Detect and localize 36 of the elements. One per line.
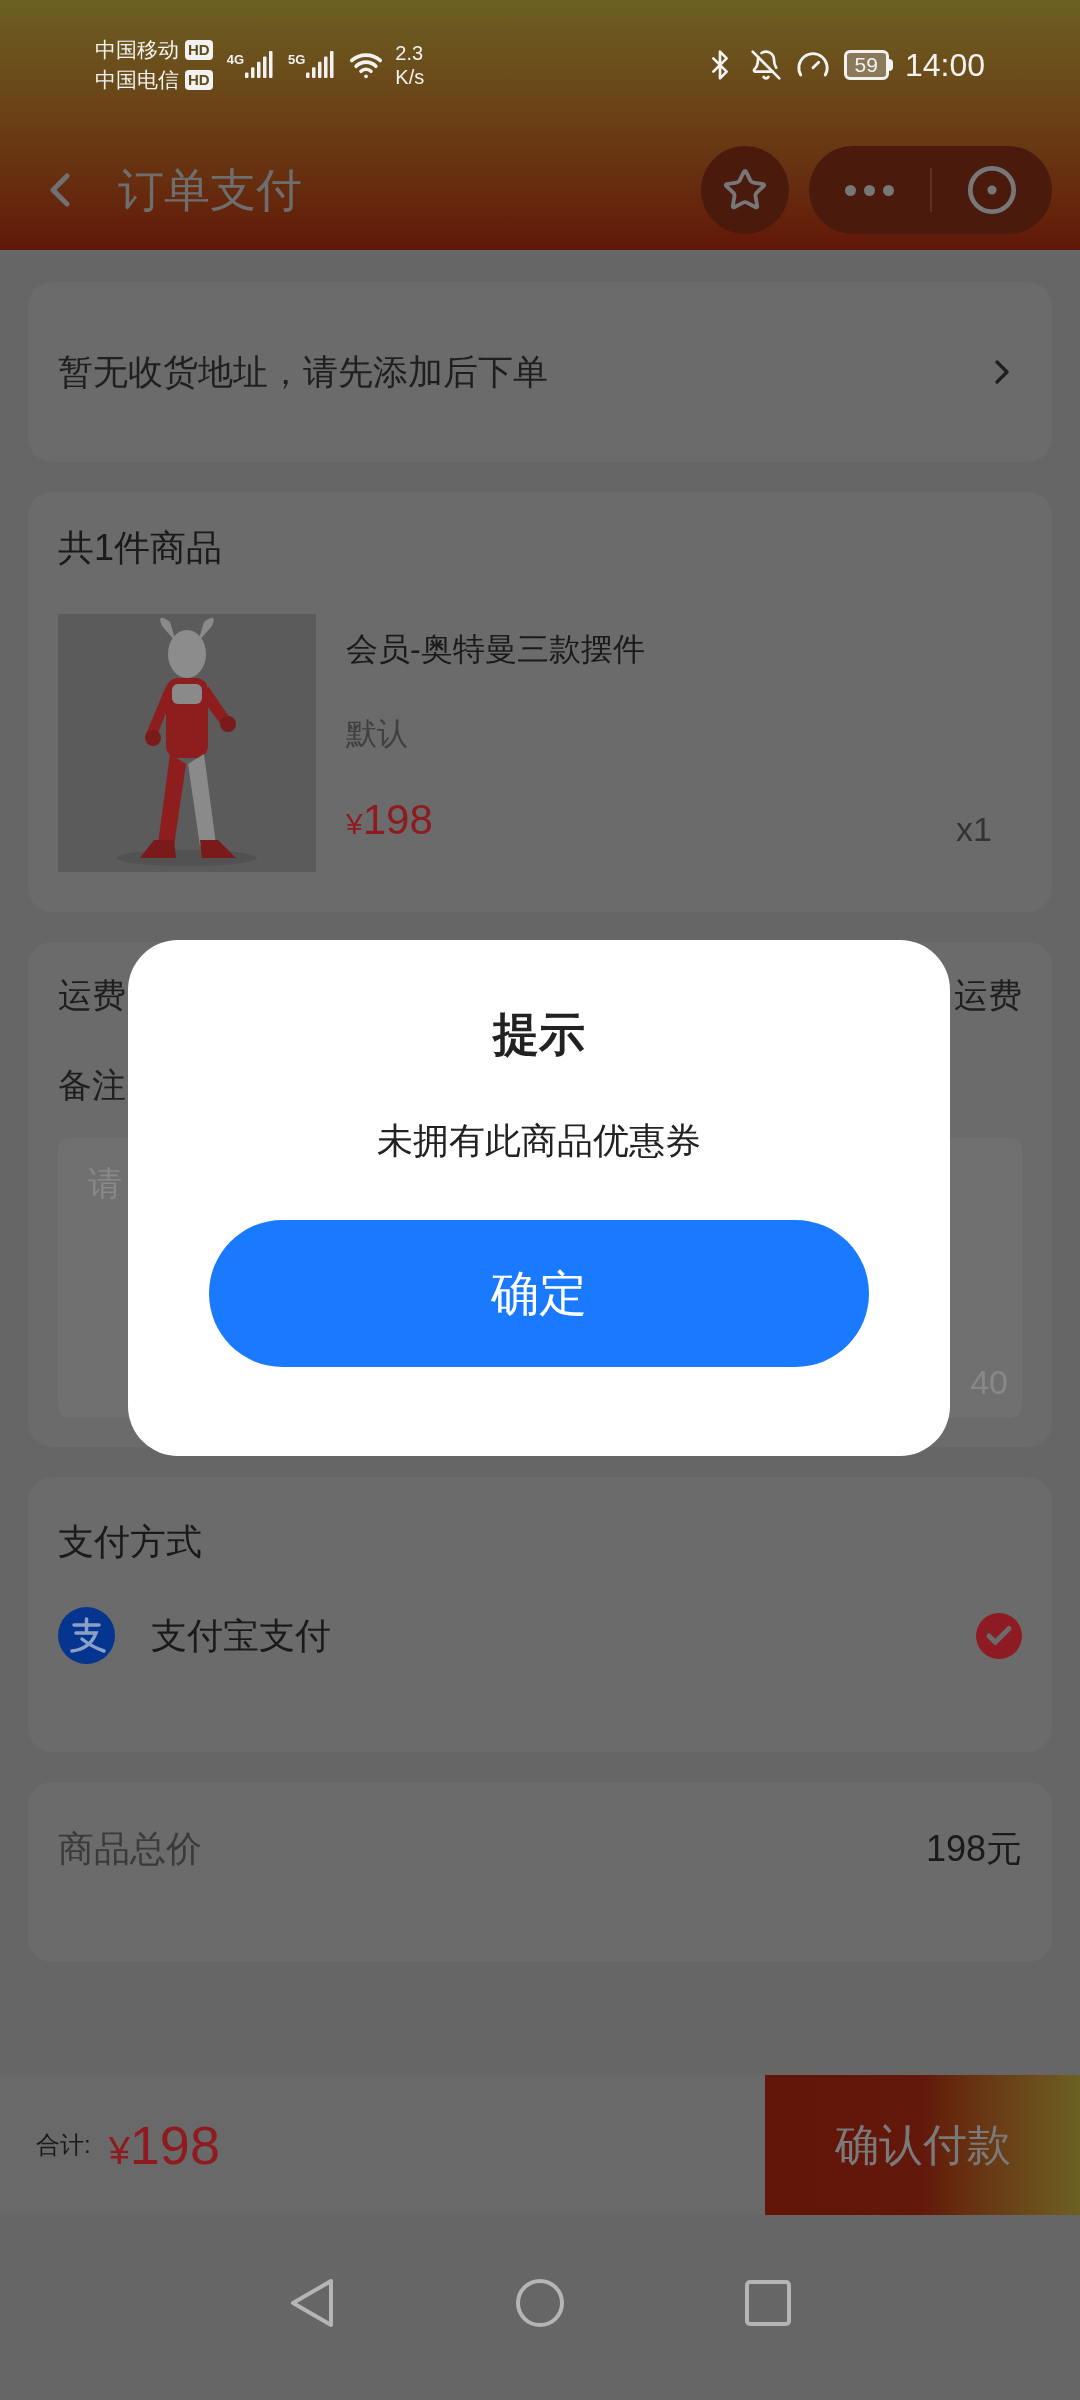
speed-value: 2.3	[395, 41, 425, 65]
home-nav-icon[interactable]	[515, 2277, 565, 2328]
total-value: 198元	[925, 1827, 1022, 1871]
battery-level: 59	[843, 50, 889, 80]
shipping-value: 运费	[954, 975, 1022, 1016]
recents-nav-icon[interactable]	[745, 2279, 791, 2326]
grand-total: ¥198	[108, 2113, 220, 2177]
hd-label: HD	[185, 40, 213, 60]
clock: 14:00	[904, 46, 985, 85]
bell-off-icon	[749, 49, 782, 81]
payment-title: 支付方式	[58, 1520, 203, 1564]
back-nav-icon[interactable]	[289, 2277, 335, 2328]
network-label: 5G	[288, 52, 306, 68]
speed-unit: K/s	[395, 65, 425, 89]
product-quantity: x1	[956, 809, 992, 850]
page-title: 订单支付	[118, 162, 302, 218]
payment-option[interactable]: 支付宝支付	[58, 1607, 1022, 1664]
total-caption: 合计:	[36, 2130, 91, 2160]
confirm-button[interactable]: 确定	[209, 1220, 869, 1367]
carrier-name: 中国电信	[95, 67, 179, 93]
dialog-message: 未拥有此商品优惠券	[377, 1119, 701, 1163]
carrier-name: 中国移动	[95, 37, 179, 63]
dialog-title: 提示	[493, 1007, 585, 1062]
network-label: 4G	[226, 52, 244, 68]
signal-icon	[244, 50, 274, 80]
remark-label: 备注	[58, 1065, 126, 1106]
product-price: ¥198	[346, 795, 433, 845]
shipping-label: 运费	[58, 975, 126, 1016]
product-name: 会员-奥特曼三款摆件	[346, 630, 646, 669]
alipay-icon	[58, 1607, 115, 1664]
goods-count: 共1件商品	[58, 526, 224, 570]
confirm-payment-button[interactable]: 确认付款	[765, 2075, 1080, 2215]
target-icon	[965, 164, 1018, 216]
hd-label: HD	[185, 70, 213, 90]
signal-icon	[305, 50, 336, 80]
address-card[interactable]: 暂无收货地址，请先添加后下单	[28, 282, 1052, 462]
